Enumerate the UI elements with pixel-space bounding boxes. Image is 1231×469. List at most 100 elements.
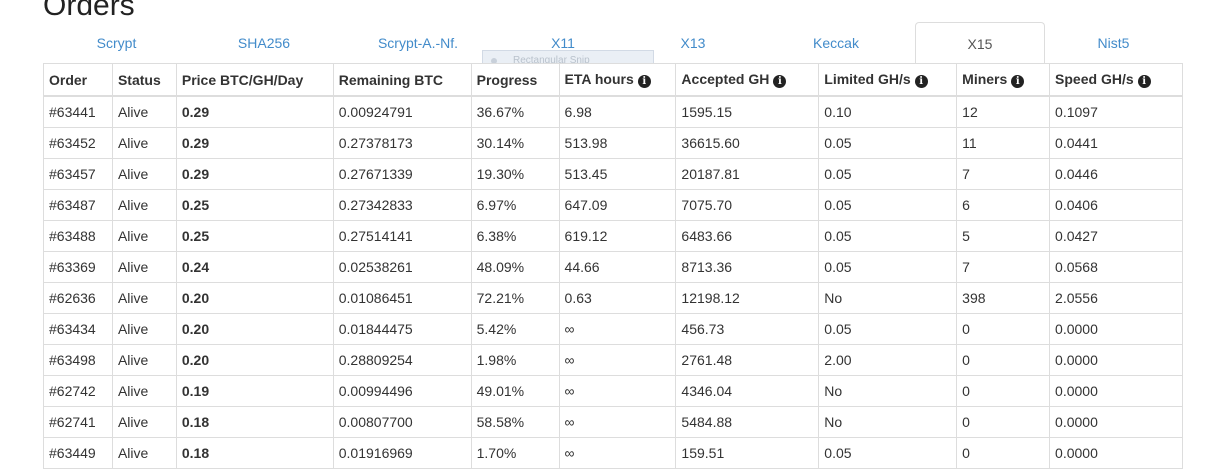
miners-cell: 0 bbox=[956, 313, 1051, 345]
status-cell: Alive bbox=[111, 220, 177, 252]
eta-hours-cell: ∞ bbox=[558, 344, 677, 376]
speed-ghs-cell: 0.0000 bbox=[1049, 313, 1183, 345]
progress-cell: 72.21% bbox=[470, 282, 560, 314]
price-cell: 0.19 bbox=[175, 375, 334, 407]
accepted-gh-cell: 4346.04 bbox=[675, 375, 820, 407]
eta-hours-cell: 44.66 bbox=[558, 251, 677, 283]
progress-cell: 58.58% bbox=[470, 406, 560, 438]
eta-hours-cell: ∞ bbox=[558, 375, 677, 407]
price-cell: 0.25 bbox=[175, 189, 334, 221]
miners-cell: 7 bbox=[956, 251, 1051, 283]
status-cell: Alive bbox=[111, 313, 177, 345]
column-header-progress: Progress bbox=[470, 63, 560, 97]
column-header-accepted-gh: Accepted GH i bbox=[675, 63, 820, 97]
table-row: #63488 Alive 0.25 0.27514141 6.38% 619.12 6483… bbox=[43, 220, 1183, 252]
info-circle-icon[interactable]: i bbox=[1011, 75, 1025, 88]
remaining-btc-cell: 0.01916969 bbox=[332, 437, 472, 469]
eta-hours-cell: 513.98 bbox=[558, 127, 677, 159]
accepted-gh-cell: 1595.15 bbox=[675, 95, 820, 128]
table-row: #62636 Alive 0.20 0.01086451 72.21% 0.63 12198… bbox=[43, 282, 1183, 314]
remaining-btc-cell: 0.27342833 bbox=[332, 189, 472, 221]
accepted-gh-cell: 20187.81 bbox=[675, 158, 820, 190]
order-id-cell: #63441 bbox=[43, 95, 113, 128]
price-cell: 0.18 bbox=[175, 437, 334, 469]
info-circle-icon[interactable]: i bbox=[773, 75, 787, 88]
tab-scrypt[interactable]: Scrypt bbox=[44, 22, 189, 63]
speed-ghs-cell: 0.0000 bbox=[1049, 344, 1183, 376]
limited-ghs-cell: No bbox=[818, 375, 958, 407]
table-row: #63449 Alive 0.18 0.01916969 1.70% ∞ 159.51 0.0… bbox=[43, 437, 1183, 469]
tab-sha256[interactable]: SHA256 bbox=[189, 22, 339, 63]
miners-cell: 11 bbox=[956, 127, 1051, 159]
remaining-btc-cell: 0.00807700 bbox=[332, 406, 472, 438]
progress-cell: 48.09% bbox=[470, 251, 560, 283]
info-circle-icon[interactable]: i bbox=[637, 75, 651, 88]
table-row: #63441 Alive 0.29 0.00924791 36.67% 6.98 1595.… bbox=[43, 95, 1183, 128]
status-cell: Alive bbox=[111, 437, 177, 469]
miners-cell: 6 bbox=[956, 189, 1051, 221]
table-row: #63434 Alive 0.20 0.01844475 5.42% ∞ 456.73 0.0… bbox=[43, 313, 1183, 345]
speed-ghs-cell: 0.0568 bbox=[1049, 251, 1183, 283]
miners-cell: 5 bbox=[956, 220, 1051, 252]
orders-table: Order Status Price BTC/GH/Day Remaining … bbox=[43, 63, 1183, 469]
column-header-remaining-btc: Remaining BTC bbox=[332, 63, 472, 97]
speed-ghs-cell: 0.0406 bbox=[1049, 189, 1183, 221]
limited-ghs-cell: 0.05 bbox=[818, 127, 958, 159]
order-id-cell: #62741 bbox=[43, 406, 113, 438]
progress-cell: 1.70% bbox=[470, 437, 560, 469]
status-cell: Alive bbox=[111, 406, 177, 438]
status-cell: Alive bbox=[111, 375, 177, 407]
order-id-cell: #63488 bbox=[43, 220, 113, 252]
miners-cell: 0 bbox=[956, 437, 1051, 469]
eta-hours-cell: 0.63 bbox=[558, 282, 677, 314]
tab-scrypt-adaptive-nfactor[interactable]: Scrypt-A.-Nf. bbox=[339, 22, 497, 63]
accepted-gh-cell: 12198.12 bbox=[675, 282, 820, 314]
progress-cell: 6.38% bbox=[470, 220, 560, 252]
info-circle-icon[interactable]: i bbox=[1137, 75, 1151, 88]
remaining-btc-cell: 0.27514141 bbox=[332, 220, 472, 252]
remaining-btc-cell: 0.28809254 bbox=[332, 344, 472, 376]
remaining-btc-cell: 0.27671339 bbox=[332, 158, 472, 190]
progress-cell: 1.98% bbox=[470, 344, 560, 376]
speed-ghs-cell: 0.0000 bbox=[1049, 406, 1183, 438]
table-row: #63369 Alive 0.24 0.02538261 48.09% 44.66 8713… bbox=[43, 251, 1183, 283]
price-cell: 0.25 bbox=[175, 220, 334, 252]
column-header-status: Status bbox=[111, 63, 177, 97]
speed-ghs-cell: 0.0000 bbox=[1049, 437, 1183, 469]
table-row: #63457 Alive 0.29 0.27671339 19.30% 513.45 201… bbox=[43, 158, 1183, 190]
column-header-limited-ghs: Limited GH/s i bbox=[818, 63, 958, 97]
accepted-gh-cell: 36615.60 bbox=[675, 127, 820, 159]
speed-ghs-cell: 0.0441 bbox=[1049, 127, 1183, 159]
accepted-gh-cell: 6483.66 bbox=[675, 220, 820, 252]
tab-keccak[interactable]: Keccak bbox=[757, 22, 915, 63]
price-cell: 0.29 bbox=[175, 127, 334, 159]
miners-cell: 398 bbox=[956, 282, 1051, 314]
eta-hours-cell: 647.09 bbox=[558, 189, 677, 221]
table-row: #63498 Alive 0.20 0.28809254 1.98% ∞ 2761.48 2.… bbox=[43, 344, 1183, 376]
orders-table-body: #63441 Alive 0.29 0.00924791 36.67% 6.98 1595.… bbox=[43, 95, 1183, 469]
remaining-btc-cell: 0.00924791 bbox=[332, 95, 472, 128]
page-title: Orders bbox=[43, 0, 135, 22]
status-cell: Alive bbox=[111, 127, 177, 159]
column-header-price: Price BTC/GH/Day bbox=[175, 63, 334, 97]
speed-ghs-cell: 0.1097 bbox=[1049, 95, 1183, 128]
limited-ghs-cell: 0.05 bbox=[818, 313, 958, 345]
tab-nist5[interactable]: Nist5 bbox=[1045, 22, 1182, 63]
order-id-cell: #62742 bbox=[43, 375, 113, 407]
speed-ghs-cell: 0.0446 bbox=[1049, 158, 1183, 190]
info-circle-icon[interactable]: i bbox=[914, 75, 928, 88]
column-header-eta-hours: ETA hours i bbox=[558, 63, 677, 97]
status-cell: Alive bbox=[111, 282, 177, 314]
tab-x15[interactable]: X15 bbox=[915, 22, 1045, 64]
speed-ghs-cell: 2.0556 bbox=[1049, 282, 1183, 314]
eta-hours-cell: 6.98 bbox=[558, 95, 677, 128]
progress-cell: 6.97% bbox=[470, 189, 560, 221]
limited-ghs-cell: 0.05 bbox=[818, 220, 958, 252]
accepted-gh-cell: 7075.70 bbox=[675, 189, 820, 221]
miners-cell: 12 bbox=[956, 95, 1051, 128]
limited-ghs-cell: 0.10 bbox=[818, 95, 958, 128]
miners-cell: 7 bbox=[956, 158, 1051, 190]
limited-ghs-cell: 0.05 bbox=[818, 158, 958, 190]
status-cell: Alive bbox=[111, 95, 177, 128]
eta-hours-cell: 619.12 bbox=[558, 220, 677, 252]
